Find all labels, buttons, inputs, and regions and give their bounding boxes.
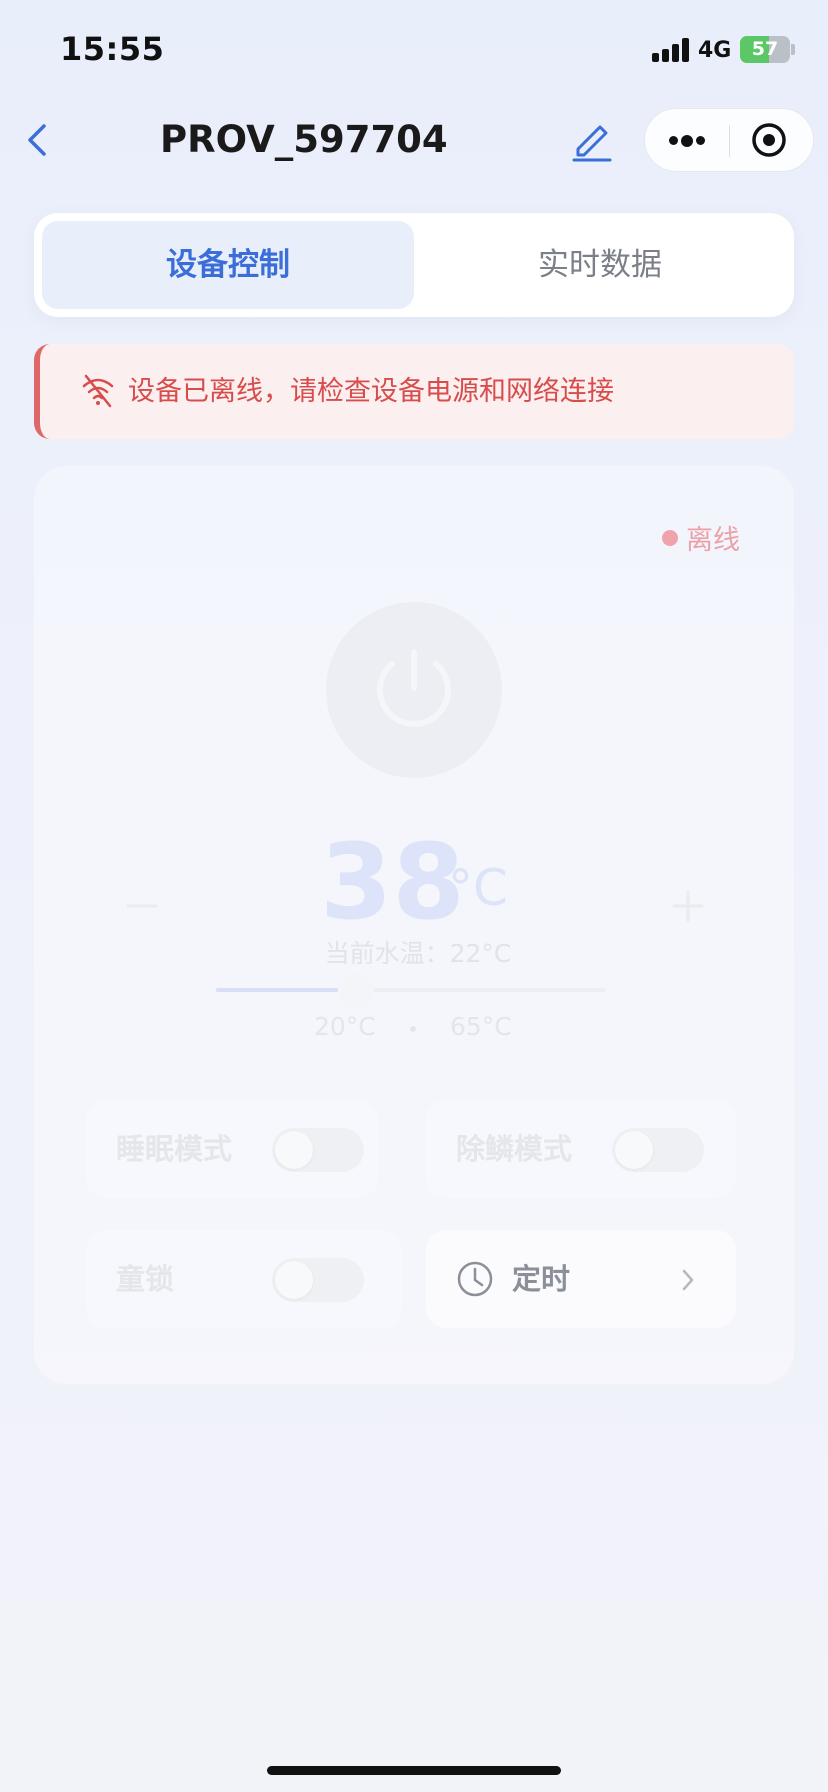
- chevron-right-icon: [682, 1269, 694, 1291]
- child-lock-option: 童锁: [86, 1230, 402, 1328]
- target-icon: [752, 123, 786, 157]
- pencil-icon: [572, 125, 612, 162]
- range-separator: [410, 1026, 416, 1032]
- timer-option[interactable]: 定时: [426, 1230, 736, 1328]
- more-icon: [669, 136, 678, 145]
- timer-label: 定时: [512, 1262, 571, 1296]
- descale-mode-toggle[interactable]: [612, 1128, 704, 1172]
- toggle-knob: [275, 1261, 313, 1299]
- current-water-temp: 当前水温：22°C: [324, 939, 512, 968]
- more-icon-dot: [696, 136, 705, 145]
- status-bar: 15:55 4G 57: [0, 0, 828, 100]
- close-miniprogram-button[interactable]: [731, 109, 815, 173]
- status-time: 15:55: [60, 30, 165, 68]
- battery-icon: 57: [740, 36, 790, 63]
- home-indicator: [267, 1766, 561, 1775]
- temperature-slider[interactable]: [216, 972, 606, 1008]
- sleep-mode-toggle[interactable]: [272, 1128, 364, 1172]
- tab-realtime-data[interactable]: 实时数据: [414, 221, 786, 309]
- control-card: 离线 38 °C 当前水温：22°C 20°C 65°C 睡眠模式 除鳞模式 童…: [34, 466, 794, 1384]
- status-dot: [662, 530, 678, 546]
- more-button[interactable]: [645, 109, 729, 173]
- minus-icon: [126, 904, 158, 908]
- wifi-off-icon: [82, 374, 114, 408]
- sleep-mode-label: 睡眠模式: [116, 1132, 233, 1166]
- offline-alert: 设备已离线，请检查设备电源和网络连接: [34, 344, 794, 439]
- child-lock-toggle[interactable]: [272, 1258, 364, 1302]
- power-icon: [377, 649, 451, 727]
- range-min: 20°C: [314, 1012, 376, 1041]
- toggle-knob: [615, 1131, 653, 1169]
- plus-icon: [672, 890, 704, 922]
- chevron-left-icon: [28, 124, 46, 156]
- target-temperature: 38: [320, 821, 465, 943]
- miniprogram-capsule: [644, 108, 814, 172]
- page-title: PROV_597704: [160, 118, 448, 161]
- signal-icon: [652, 38, 692, 62]
- edit-button[interactable]: [568, 117, 616, 163]
- alert-text: 设备已离线，请检查设备电源和网络连接: [128, 376, 614, 407]
- tab-bar: 设备控制 实时数据: [34, 213, 794, 317]
- decrease-temp-button[interactable]: [122, 886, 162, 926]
- descale-mode-option: 除鳞模式: [426, 1100, 736, 1198]
- sleep-mode-option: 睡眠模式: [86, 1100, 378, 1198]
- range-max: 65°C: [450, 1012, 512, 1041]
- slider-fill: [216, 988, 338, 992]
- descale-mode-label: 除鳞模式: [456, 1132, 573, 1166]
- network-type: 4G: [698, 38, 732, 63]
- tab-device-control[interactable]: 设备控制: [42, 221, 414, 309]
- device-status-label: 离线: [686, 525, 740, 556]
- temperature-unit: °C: [448, 859, 508, 917]
- increase-temp-button[interactable]: [668, 886, 708, 926]
- battery-level: 57: [751, 38, 779, 60]
- back-button[interactable]: [20, 118, 60, 162]
- slider-thumb[interactable]: [338, 972, 374, 1008]
- clock-icon: [457, 1261, 493, 1297]
- child-lock-label: 童锁: [116, 1262, 175, 1296]
- toggle-knob: [275, 1131, 313, 1169]
- power-button[interactable]: [326, 602, 502, 778]
- more-icon-dot: [681, 135, 693, 147]
- battery-tip: [791, 44, 795, 55]
- capsule-divider: [729, 125, 730, 157]
